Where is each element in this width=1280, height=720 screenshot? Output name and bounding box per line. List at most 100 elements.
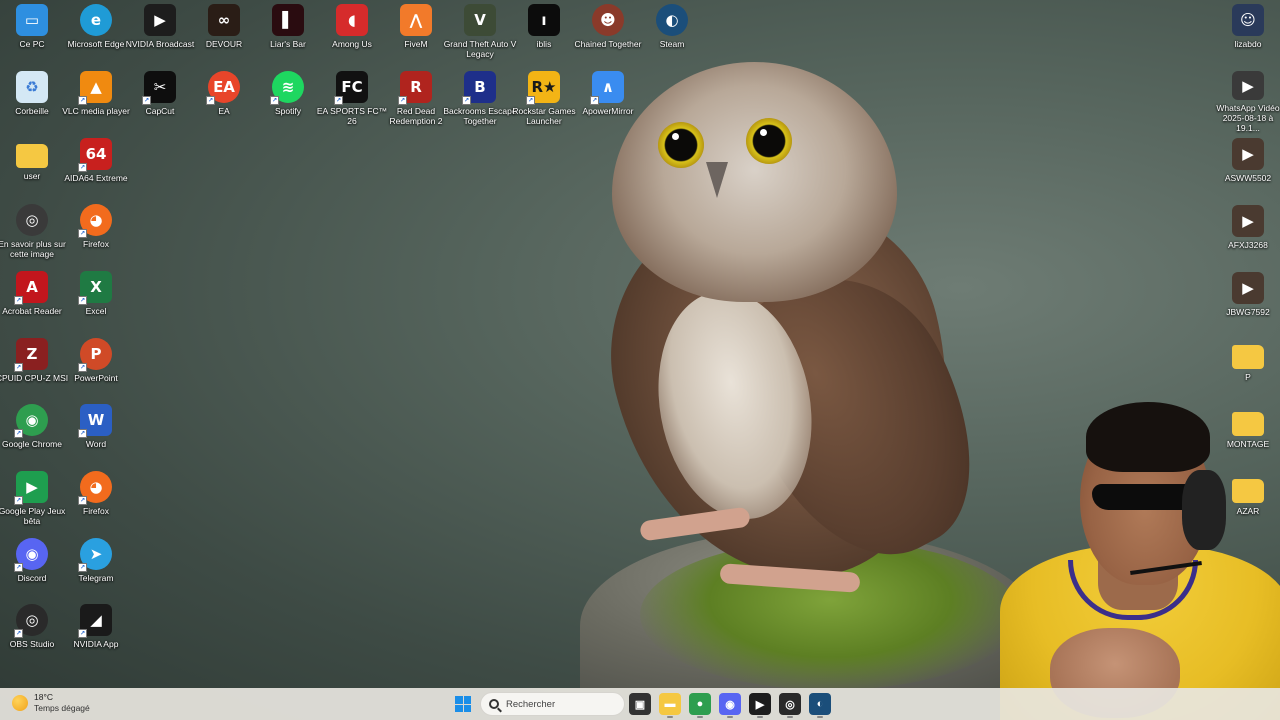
desktop-icon-label: Word (85, 439, 107, 449)
desktop-icon-label: Chained Together (574, 39, 642, 49)
desktop-icon-montage[interactable]: MONTAGE (1212, 406, 1280, 468)
taskbar-search[interactable]: Rechercher (480, 692, 625, 716)
desktop-icon-whatsapp-vid-o-2025-08-18-19-1[interactable]: ▶ WhatsApp Vidéo 2025-08-18 à 19.1... (1212, 71, 1280, 133)
weather-widget[interactable]: 18°C Temps dégagé (12, 692, 90, 714)
desktop-icon-ea-sports-fc-26[interactable]: FC ↗ EA SPORTS FC™ 26 (316, 71, 388, 133)
desktop-icon-cpuid-cpu-z-msi[interactable]: Z ↗ CPUID CPU-Z MSI (0, 338, 68, 400)
ea-icon: EA ↗ (206, 71, 240, 105)
cpuz-icon: Z ↗ (14, 338, 48, 372)
desktop-icon-nvidia-broadcast[interactable]: ▶ NVIDIA Broadcast (124, 4, 196, 66)
desktop-icon-word[interactable]: W ↗ Word (60, 404, 132, 466)
shortcut-arrow-icon: ↗ (78, 629, 87, 638)
desktop-icon-iblis[interactable]: ı iblis (508, 4, 580, 66)
excel-icon: X ↗ (78, 271, 112, 305)
start-button[interactable] (452, 693, 474, 715)
desktop-icon-label: ApowerMirror (582, 106, 634, 116)
desktop-icon-rockstar-games-launcher[interactable]: R★ ↗ Rockstar Games Launcher (508, 71, 580, 133)
desktop-icon-label: Liar's Bar (270, 39, 306, 49)
desktop-icon-jbwg7592[interactable]: ▶ JBWG7592 (1212, 272, 1280, 334)
liars-bar-icon: ▌ (272, 4, 304, 36)
windows-logo-icon (455, 696, 471, 712)
desktop-icon-firefox[interactable]: ◕ ↗ Firefox (60, 204, 132, 266)
desktop-icon-among-us[interactable]: ◖ Among Us (316, 4, 388, 66)
task-view-icon: ▣ (634, 698, 646, 711)
aida64-icon: 64 ↗ (78, 138, 112, 172)
desktop-icon-backrooms-escape-together[interactable]: B ↗ Backrooms Escape Together (443, 71, 517, 133)
shortcut-arrow-icon: ↗ (14, 363, 23, 372)
desktop-icon-chained-together[interactable]: ☻ Chained Together (572, 4, 644, 66)
desktop-icon-label: lizabdo (1234, 39, 1262, 49)
desktop-icon-google-play-jeux-b-ta[interactable]: ▶ ↗ Google Play Jeux bêta (0, 471, 68, 533)
desktop: ▭ Ce PC e Microsoft Edge ▶ NVIDIA Broadcast ∞ D… (0, 0, 1280, 720)
shortcut-arrow-icon: ↗ (398, 96, 407, 105)
rockstar-icon: R★ ↗ (526, 71, 560, 105)
desktop-icon-ea[interactable]: EA ↗ EA (188, 71, 260, 133)
desktop-icon-p[interactable]: P (1212, 339, 1280, 401)
desktop-icon-vlc-media-player[interactable]: ▲ ↗ VLC media player (60, 71, 132, 133)
desktop-icon-en-savoir-plus-sur-cette-image[interactable]: ◎ En savoir plus sur cette image (0, 204, 68, 266)
ea-fc-icon: FC ↗ (334, 71, 368, 105)
desktop-icon-asww5502[interactable]: ▶ ASWW5502 (1212, 138, 1280, 200)
desktop-icon-ce-pc[interactable]: ▭ Ce PC (0, 4, 68, 66)
desktop-icon-lizabdo[interactable]: ☺ lizabdo (1212, 4, 1280, 66)
running-indicator (787, 716, 793, 718)
taskbar-steam-button[interactable]: ◐ (809, 693, 831, 718)
desktop-icon-fivem[interactable]: ⋀ FiveM (380, 4, 452, 66)
monitor-icon: ▭ (16, 4, 48, 36)
desktop-icon-microsoft-edge[interactable]: e Microsoft Edge (60, 4, 132, 66)
desktop-icon-aida64-extreme[interactable]: 64 ↗ AIDA64 Extreme (60, 138, 132, 200)
shortcut-arrow-icon: ↗ (78, 163, 87, 172)
taskbar-file-explorer-button[interactable]: ▬ (659, 693, 681, 718)
desktop-icon-nvidia-app[interactable]: ◢ ↗ NVIDIA App (60, 604, 132, 666)
desktop-icon-telegram[interactable]: ➤ ↗ Telegram (60, 538, 132, 600)
desktop-icon-firefox[interactable]: ◕ ↗ Firefox (60, 471, 132, 533)
desktop-icon-corbeille[interactable]: ♻ Corbeille (0, 71, 68, 133)
running-indicator (667, 716, 673, 718)
taskbar-nvidia-broadcast-button[interactable]: ▶ (749, 693, 771, 718)
backrooms-icon: B ↗ (462, 71, 496, 105)
taskbar-task-view-button[interactable]: ▣ (629, 693, 651, 715)
desktop-icon-discord[interactable]: ◉ ↗ Discord (0, 538, 68, 600)
desktop-icon-label: FiveM (404, 39, 428, 49)
desktop-icon-grand-theft-auto-v-legacy[interactable]: V Grand Theft Auto V Legacy (444, 4, 516, 66)
desktop-icon-excel[interactable]: X ↗ Excel (60, 271, 132, 333)
desktop-icon-devour[interactable]: ∞ DEVOUR (188, 4, 260, 66)
weather-temperature: 18°C (34, 692, 53, 702)
desktop-icon-powerpoint[interactable]: P ↗ PowerPoint (60, 338, 132, 400)
desktop-icon-steam[interactable]: ◐ Steam (636, 4, 708, 66)
desktop-icon-label: NVIDIA Broadcast (125, 39, 195, 49)
desktop-icon-label: Rockstar Games Launcher (512, 106, 576, 126)
desktop-icon-label: Among Us (332, 39, 372, 49)
desktop-icon-apowermirror[interactable]: ∧ ↗ ApowerMirror (572, 71, 644, 133)
desktop-icon-user[interactable]: user (0, 138, 68, 200)
wallpaper-owl-eye-left (658, 122, 704, 168)
desktop-icon-afxj3268[interactable]: ▶ AFXJ3268 (1212, 205, 1280, 267)
telegram-icon: ➤ ↗ (78, 538, 112, 572)
desktop-icon-capcut[interactable]: ✂ ↗ CapCut (124, 71, 196, 133)
capcut-icon: ✂ ↗ (142, 71, 176, 105)
wallpaper-owl-beak (706, 162, 728, 198)
shortcut-arrow-icon: ↗ (526, 96, 535, 105)
taskbar-discord-button[interactable]: ◉ (719, 693, 741, 718)
desktop-icon-google-chrome[interactable]: ◉ ↗ Google Chrome (0, 404, 68, 466)
among-us-icon: ◖ (336, 4, 368, 36)
gta-icon: V (464, 4, 496, 36)
desktop-icon-liar-s-bar[interactable]: ▌ Liar's Bar (252, 4, 324, 66)
running-indicator (817, 716, 823, 718)
taskbar-obs-button[interactable]: ◎ (779, 693, 801, 718)
desktop-icon-label: Red Dead Redemption 2 (389, 106, 443, 126)
taskbar-chrome-button[interactable]: ● (689, 693, 711, 718)
apowermirror-icon: ∧ ↗ (590, 71, 624, 105)
discord-icon: ◉ (725, 698, 735, 711)
weather-moon-icon (12, 695, 28, 711)
search-icon (489, 699, 499, 709)
video-file-icon: ▶ (1232, 71, 1264, 100)
desktop-icon-label: AFXJ3268 (1228, 240, 1268, 250)
desktop-icon-acrobat-reader[interactable]: A ↗ Acrobat Reader (0, 271, 68, 333)
chained-together-icon: ☻ (592, 4, 624, 36)
desktop-icon-azar[interactable]: AZAR (1212, 473, 1280, 535)
desktop-icon-label: VLC media player (62, 106, 130, 116)
desktop-icon-red-dead-redemption-2[interactable]: R ↗ Red Dead Redemption 2 (380, 71, 452, 133)
desktop-icon-spotify[interactable]: ≋ ↗ Spotify (252, 71, 324, 133)
desktop-icon-obs-studio[interactable]: ◎ ↗ OBS Studio (0, 604, 68, 666)
